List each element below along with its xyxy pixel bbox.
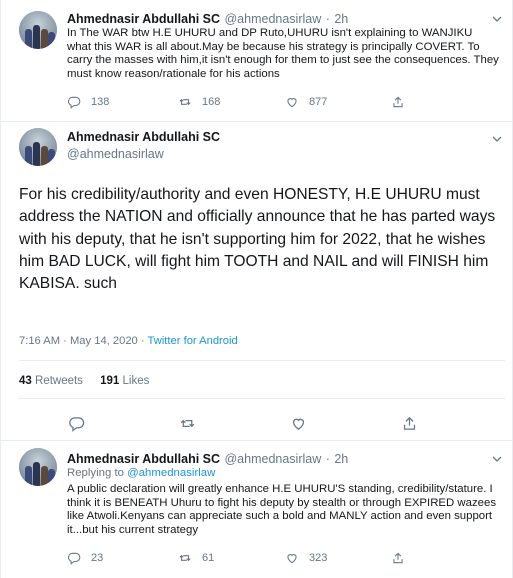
like-count: 323 <box>309 552 328 564</box>
retweet-button[interactable]: 168 <box>178 95 220 109</box>
reply-button[interactable] <box>68 415 85 432</box>
tweet-text: A public declaration will greatly enhanc… <box>67 483 497 536</box>
tweet-time[interactable]: 2h <box>334 12 348 26</box>
reply-icon <box>67 96 81 109</box>
like-icon <box>287 98 297 108</box>
avatar[interactable] <box>19 448 57 486</box>
author-name[interactable]: Ahmednasir Abdullahi SC <box>67 452 220 466</box>
reply-button[interactable]: 138 <box>67 95 109 109</box>
chevron-down-icon[interactable] <box>492 134 502 144</box>
timeline-column: Ahmednasir Abdullahi SC @ahmednasirlaw ·… <box>0 0 513 578</box>
retweet-count: 168 <box>202 96 221 108</box>
tweet-source[interactable]: Twitter for Android <box>148 335 238 347</box>
chevron-down-icon[interactable] <box>492 454 502 464</box>
likes-stat[interactable]: 191 Likes <box>100 375 149 387</box>
tweet-header: Ahmednasir Abdullahi SC @ahmednasirlaw ·… <box>67 450 348 468</box>
tweet-meta: 7:16 AM · May 14, 2020 · Twitter for And… <box>19 335 238 347</box>
retweet-count: 61 <box>202 552 215 564</box>
retweets-stat[interactable]: 43 Retweets <box>19 375 83 387</box>
reply-icon <box>67 552 81 565</box>
share-button[interactable] <box>401 415 418 432</box>
share-icon <box>403 416 416 430</box>
retweet-button[interactable] <box>179 415 196 432</box>
author-name[interactable]: Ahmednasir Abdullahi SC <box>67 130 220 144</box>
divider <box>19 398 505 399</box>
share-button[interactable] <box>391 95 405 109</box>
like-count: 877 <box>309 96 328 108</box>
avatar[interactable] <box>19 11 57 49</box>
dot-separator: · <box>325 12 330 26</box>
like-button[interactable]: 323 <box>285 551 327 565</box>
share-button[interactable] <box>391 551 405 565</box>
retweet-button[interactable]: 61 <box>178 551 214 565</box>
retweet-icon <box>180 419 195 428</box>
like-icon <box>292 418 305 430</box>
reply-icon <box>69 417 85 432</box>
tweet-header: Ahmednasir Abdullahi SC @ahmednasirlaw ·… <box>67 10 348 28</box>
share-icon <box>393 96 403 108</box>
share-icon <box>393 552 403 564</box>
tweet-text: In The WAR btw H.E UHURU and DP Ruto,UHU… <box>67 27 499 80</box>
tweet-time[interactable]: 2h <box>334 452 348 466</box>
tweet-text: For his credibility/authority and even H… <box>19 186 496 293</box>
author-handle[interactable]: @ahmednasirlaw <box>224 12 321 26</box>
replying-to: Replying to @ahmednasirlaw <box>67 467 216 479</box>
retweet-icon <box>179 98 191 106</box>
dot-separator: · <box>325 452 330 466</box>
chevron-down-icon[interactable] <box>492 14 502 24</box>
like-button[interactable]: 877 <box>285 95 327 109</box>
tweet-timestamp[interactable]: 7:16 AM · May 14, 2020 · <box>19 335 148 347</box>
author-handle[interactable]: @ahmednasirlaw <box>224 452 321 466</box>
author-name[interactable]: Ahmednasir Abdullahi SC <box>67 12 220 26</box>
reply-count: 23 <box>91 552 104 564</box>
replying-to-handle[interactable]: @ahmednasirlaw <box>127 467 215 479</box>
tweet-stats: 43 Retweets 191 Likes <box>19 375 149 387</box>
divider <box>1 440 513 441</box>
reply-button[interactable]: 23 <box>67 551 103 565</box>
author-handle[interactable]: @ahmednasirlaw <box>67 147 164 161</box>
divider <box>1 121 513 122</box>
divider <box>19 360 505 361</box>
retweet-icon <box>179 554 191 562</box>
like-icon <box>287 554 297 564</box>
like-button[interactable] <box>290 415 307 432</box>
reply-count: 138 <box>91 96 110 108</box>
avatar[interactable] <box>19 128 57 166</box>
